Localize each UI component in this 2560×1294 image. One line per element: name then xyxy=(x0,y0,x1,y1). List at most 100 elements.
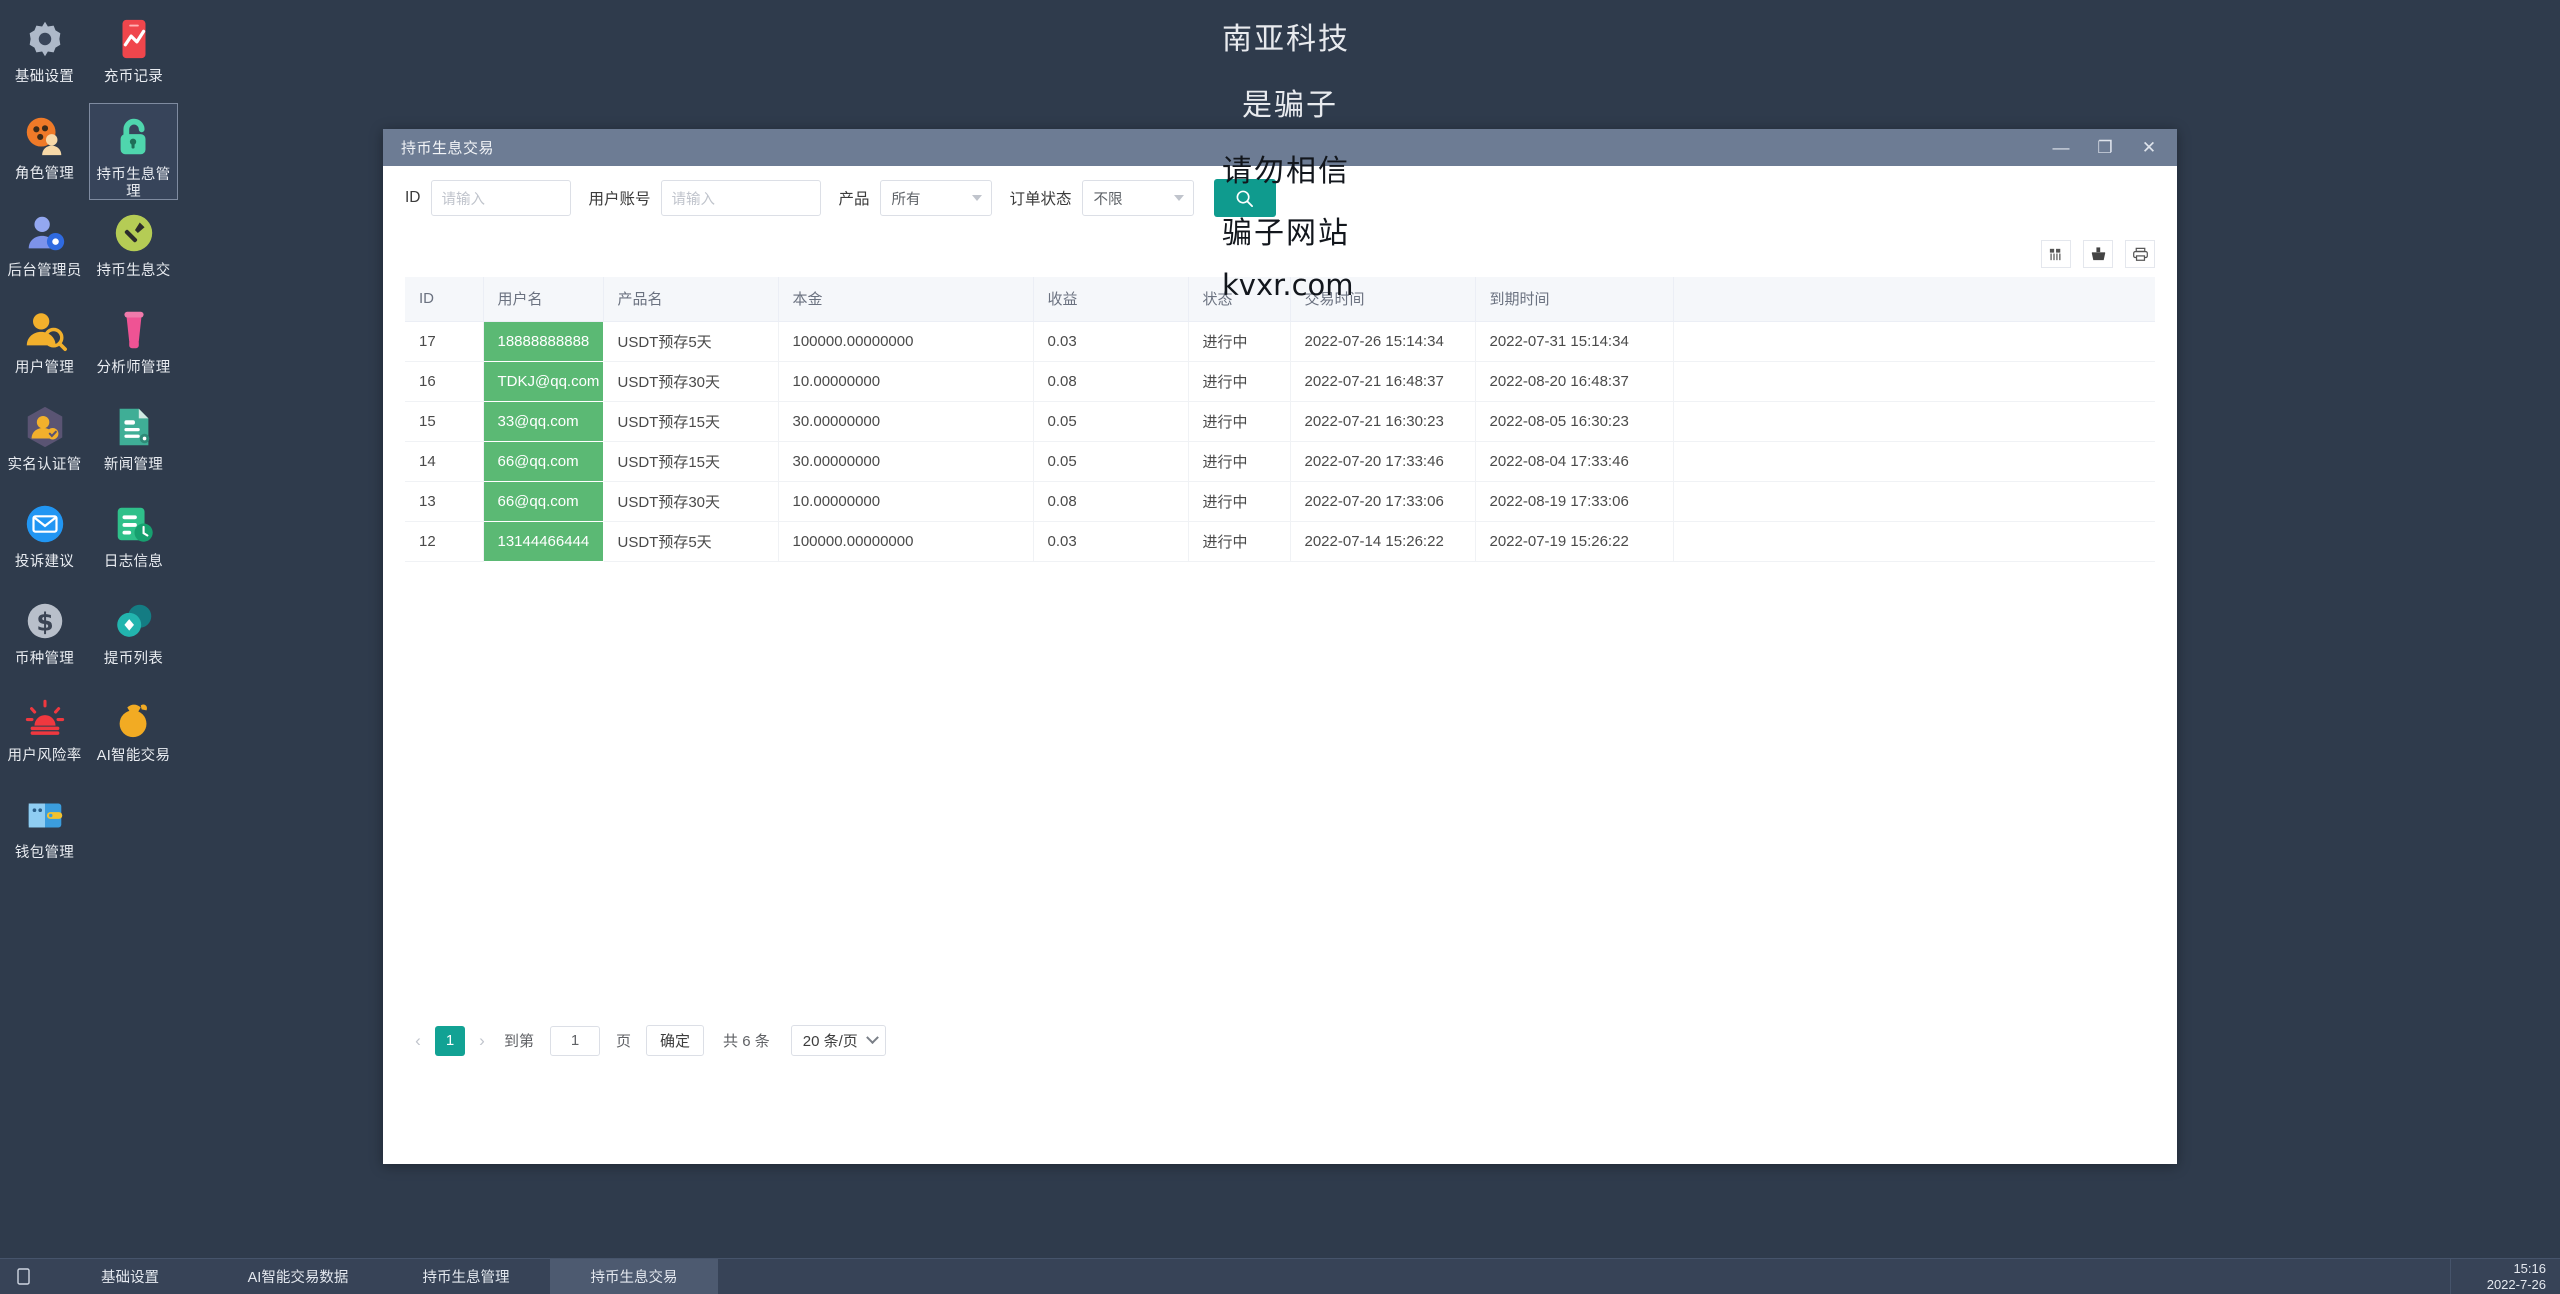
print-button[interactable] xyxy=(2125,240,2155,268)
table-header-cell-5[interactable]: 状态 xyxy=(1188,277,1291,322)
taskbar-item-0[interactable]: 基础设置 xyxy=(46,1259,214,1294)
status-select-value: 不限 xyxy=(1093,191,1123,208)
chevron-down-icon xyxy=(971,195,982,201)
sidebar-item-15[interactable]: AI智能交易 xyxy=(89,685,178,782)
taskbar-clock[interactable]: 15:16 2022-7-26 xyxy=(2450,1259,2560,1294)
sidebar-item-label: 用户风险率 xyxy=(7,748,82,764)
app-window: 持币生息交易 — ❐ ✕ ID 请输入 用户账号 请输入 产品 所有 订单状态 … xyxy=(383,129,2177,1164)
status-select[interactable]: 不限 xyxy=(1081,180,1194,216)
sidebar-item-1[interactable]: 充币记录 xyxy=(89,6,178,103)
next-page-button[interactable]: › xyxy=(469,1026,495,1056)
search-button[interactable] xyxy=(1213,179,1276,217)
cell-spacer xyxy=(1673,441,2155,482)
watermark-line-1: 南亚科技 xyxy=(1222,22,1350,57)
cell-spacer xyxy=(1673,321,2155,362)
sidebar-item-8[interactable]: 实名认证管 xyxy=(0,394,89,491)
sidebar-item-14[interactable]: 用户风险率 xyxy=(0,685,89,782)
columns-settings-button[interactable] xyxy=(2041,240,2071,268)
cell-trade_time: 2022-07-21 16:48:37 xyxy=(1290,361,1476,402)
taskbar-item-3[interactable]: 持币生息交易 xyxy=(550,1259,718,1294)
taskbar-item-2[interactable]: 持币生息管理 xyxy=(382,1259,550,1294)
cell-user: 18888888888 xyxy=(483,321,604,362)
table-header-cell-7[interactable]: 到期时间 xyxy=(1475,277,1674,322)
user-search-icon xyxy=(26,313,67,351)
cell-status: 进行中 xyxy=(1188,521,1291,562)
table-header-spacer xyxy=(1672,277,2155,322)
sidebar-item-11[interactable]: 日志信息 xyxy=(89,491,178,588)
clock-date: 2022-7-26 xyxy=(2486,1276,2546,1292)
sidebar-item-label: 投诉建议 xyxy=(14,554,75,570)
confirm-page-button[interactable]: 确定 xyxy=(646,1025,705,1056)
window-titlebar[interactable]: 持币生息交易 — ❐ ✕ xyxy=(383,129,2177,166)
pagination: ‹ 1 › 到第 1 页 确定 共 6 条 20 条/页 xyxy=(383,1012,2177,1068)
sidebar-item-0[interactable]: 基础设置 xyxy=(0,6,89,103)
log-clock-icon xyxy=(111,501,157,547)
cell-expire_time: 2022-08-05 16:30:23 xyxy=(1475,401,1674,442)
megaphone-icon xyxy=(123,311,144,349)
sidebar-item-9[interactable]: 新闻管理 xyxy=(89,394,178,491)
id-input[interactable]: 请输入 xyxy=(430,180,571,216)
verified-user-icon xyxy=(22,404,68,450)
table-header-cell-1[interactable]: 用户名 xyxy=(483,277,604,322)
document-gear-icon xyxy=(119,408,149,446)
table-row[interactable]: 13 66@qq.com USDT预存30天 10.00000000 0.08 进行中 20… xyxy=(405,481,2155,522)
cell-product: USDT预存15天 xyxy=(603,441,779,482)
sidebar-item-label: 充币记录 xyxy=(103,69,164,85)
sidebar-item-16[interactable]: 钱包管理 xyxy=(0,782,89,879)
sidebar-item-label: 角色管理 xyxy=(14,166,75,182)
goto-page-input[interactable]: 1 xyxy=(550,1025,601,1056)
taskbar-item-1[interactable]: AI智能交易数据 xyxy=(214,1259,382,1294)
sidebar-item-2[interactable]: 角色管理 xyxy=(0,103,89,200)
table-row[interactable]: 15 33@qq.com USDT预存15天 30.00000000 0.05 进行中 20… xyxy=(405,401,2155,442)
table-header-cell-4[interactable]: 收益 xyxy=(1033,277,1189,322)
mail-icon xyxy=(22,501,68,547)
table-row[interactable]: 17 18888888888 USDT预存5天 100000.00000000 0.03… xyxy=(405,321,2155,362)
cell-profit: 0.03 xyxy=(1033,321,1189,362)
cell-profit: 0.05 xyxy=(1033,401,1189,442)
table-header-cell-0[interactable]: ID xyxy=(405,277,484,322)
cell-user: 33@qq.com xyxy=(483,401,604,442)
prev-page-button[interactable]: ‹ xyxy=(405,1026,431,1056)
sidebar-item-label: 持币生息管理 xyxy=(96,167,171,200)
megaphone-icon xyxy=(111,307,157,353)
maximize-button[interactable]: ❐ xyxy=(2083,129,2127,166)
account-label: 用户账号 xyxy=(588,191,651,208)
table-row[interactable]: 16 TDKJ@qq.com USDT预存30天 10.00000000 0.08 进行中… xyxy=(405,361,2155,402)
sidebar-item-5[interactable]: 持币生息交 xyxy=(89,200,178,297)
product-select[interactable]: 所有 xyxy=(879,180,992,216)
table-row[interactable]: 14 66@qq.com USDT预存15天 30.00000000 0.05 进行中 20… xyxy=(405,441,2155,482)
table-header-cell-3[interactable]: 本金 xyxy=(778,277,1034,322)
page-number-1[interactable]: 1 xyxy=(435,1025,465,1056)
sidebar-item-6[interactable]: 用户管理 xyxy=(0,297,89,394)
hammer-icon xyxy=(111,210,157,256)
sidebar-item-12[interactable]: $ 币种管理 xyxy=(0,588,89,685)
minimize-button[interactable]: — xyxy=(2039,129,2083,166)
cell-expire_time: 2022-07-31 15:14:34 xyxy=(1475,321,1674,362)
cell-profit: 0.03 xyxy=(1033,521,1189,562)
role-user-icon xyxy=(26,117,61,156)
sidebar-item-7[interactable]: 分析师管理 xyxy=(89,297,178,394)
table-header-cell-6[interactable]: 交易时间 xyxy=(1290,277,1476,322)
sidebar-item-3[interactable]: 持币生息管理 xyxy=(89,103,178,200)
lock-open-icon xyxy=(111,114,157,160)
start-button[interactable] xyxy=(0,1259,46,1294)
table-header-cell-2[interactable]: 产品名 xyxy=(603,277,779,322)
cell-product: USDT预存30天 xyxy=(603,481,779,522)
cell-trade_time: 2022-07-20 17:33:06 xyxy=(1290,481,1476,522)
table-row[interactable]: 12 13144466444 USDT预存5天 100000.00000000 0.03… xyxy=(405,521,2155,562)
cell-product: USDT预存15天 xyxy=(603,401,779,442)
chevron-down-icon xyxy=(1173,195,1184,201)
account-input[interactable]: 请输入 xyxy=(660,180,821,216)
sidebar-item-4[interactable]: 后台管理员 xyxy=(0,200,89,297)
table-header-row: ID 用户名 产品名 本金 收益 状态 交易时间 到期时间 xyxy=(405,277,2155,322)
close-button[interactable]: ✕ xyxy=(2127,129,2171,166)
sidebar-item-label: 基础设置 xyxy=(14,69,75,85)
sidebar-item-10[interactable]: 投诉建议 xyxy=(0,491,89,588)
sidebar-item-13[interactable]: 提币列表 xyxy=(89,588,178,685)
page-size-select[interactable]: 20 条/页 xyxy=(790,1025,886,1056)
cell-product: USDT预存30天 xyxy=(603,361,779,402)
taskbar-items: 基础设置 AI智能交易数据 持币生息管理 持币生息交易 xyxy=(46,1259,718,1294)
export-icon xyxy=(2091,246,2105,260)
export-button[interactable] xyxy=(2083,240,2113,268)
cell-spacer xyxy=(1673,521,2155,562)
